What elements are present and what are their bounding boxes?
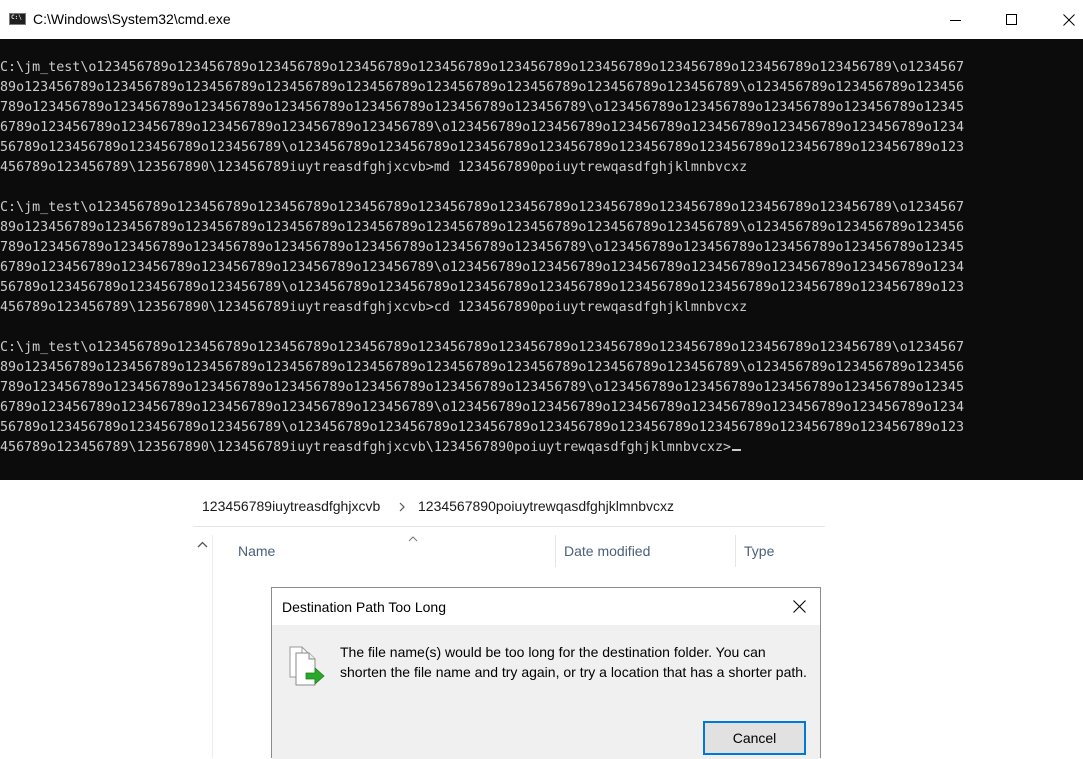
column-header-name[interactable]: Name xyxy=(238,543,275,559)
cmd-app-icon: C:\ xyxy=(9,13,26,25)
breadcrumb: 123456789iuytreasdfghjxcvb 1234567890poi… xyxy=(193,487,825,527)
close-button[interactable] xyxy=(1046,0,1083,39)
file-copy-icon xyxy=(289,646,325,686)
close-icon xyxy=(1063,14,1075,26)
column-header-date-modified[interactable]: Date modified xyxy=(564,543,650,559)
chevron-up-icon[interactable] xyxy=(197,541,208,549)
cmd-window: C:\ C:\Windows\System32\cmd.exe C:\jm_te… xyxy=(0,0,1083,480)
dialog-close-button[interactable] xyxy=(779,588,819,625)
dialog-titlebar[interactable]: Destination Path Too Long xyxy=(272,588,820,625)
console-output-area[interactable]: C:\jm_test\o123456789o123456789o12345678… xyxy=(0,39,1083,480)
maximize-button[interactable] xyxy=(989,0,1035,39)
chevron-right-icon[interactable] xyxy=(398,500,408,514)
cancel-button[interactable]: Cancel xyxy=(703,721,806,755)
dialog-message: The file name(s) would be too long for t… xyxy=(340,644,807,680)
minimize-icon xyxy=(950,20,961,21)
column-divider[interactable] xyxy=(555,535,556,567)
dialog-body: The file name(s) would be too long for t… xyxy=(272,625,820,759)
navigation-pane[interactable] xyxy=(193,535,213,758)
column-headers: Name Date modified Type xyxy=(213,535,825,567)
close-icon xyxy=(793,600,806,613)
column-header-type[interactable]: Type xyxy=(744,543,774,559)
sort-ascending-icon xyxy=(408,536,418,542)
maximize-icon xyxy=(1006,14,1017,25)
minimize-button[interactable] xyxy=(933,0,979,39)
console-cursor xyxy=(732,449,742,451)
console-text: C:\jm_test\o123456789o123456789o12345678… xyxy=(0,60,965,455)
destination-path-too-long-dialog: Destination Path Too Long The file name(… xyxy=(271,587,821,759)
breadcrumb-item[interactable]: 123456789iuytreasdfghjxcvb xyxy=(202,498,380,514)
breadcrumb-item[interactable]: 1234567890poiuytrewqasdfghjklmnbvcxz xyxy=(418,498,674,514)
cmd-titlebar[interactable]: C:\ C:\Windows\System32\cmd.exe xyxy=(0,0,1083,39)
cmd-window-title: C:\Windows\System32\cmd.exe xyxy=(33,11,231,27)
dialog-title: Destination Path Too Long xyxy=(282,599,446,615)
column-divider[interactable] xyxy=(735,535,736,567)
